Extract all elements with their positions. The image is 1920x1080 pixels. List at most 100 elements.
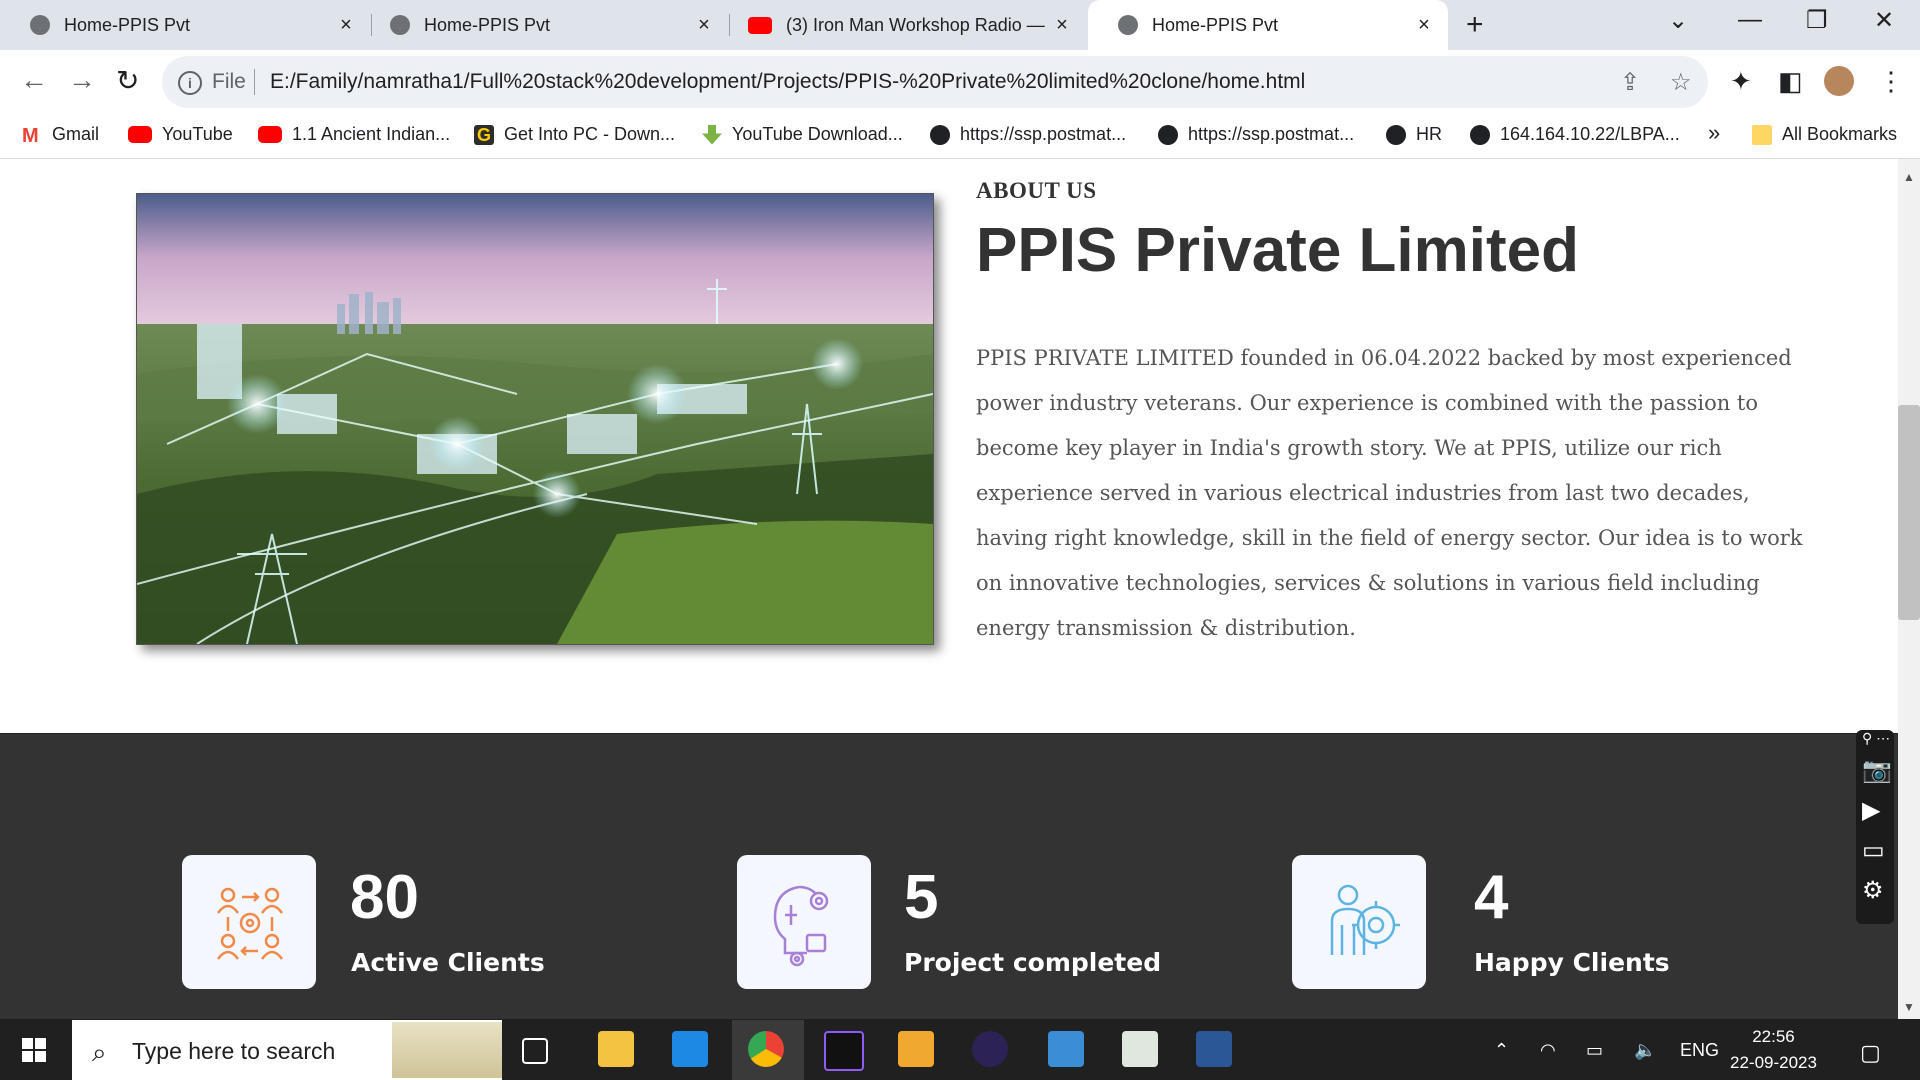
file-explorer-icon[interactable] — [598, 1031, 634, 1067]
info-icon[interactable]: i — [178, 71, 202, 95]
intellij-icon[interactable] — [824, 1031, 864, 1071]
tab-4-active[interactable]: Home-PPIS Pvt × — [1088, 0, 1448, 50]
bookmark-label: https://ssp.postmat... — [1188, 124, 1355, 144]
stat-label: Happy Clients — [1474, 948, 1670, 977]
scroll-down-icon[interactable]: ▼ — [1903, 1000, 1915, 1014]
restore-icon[interactable]: ❐ — [1806, 6, 1828, 35]
globe-icon — [390, 15, 410, 35]
youtube-icon — [128, 126, 152, 143]
tab-title: Home-PPIS Pvt — [1152, 14, 1279, 35]
git-gui-icon[interactable] — [898, 1031, 934, 1067]
tab-title: (3) Iron Man Workshop Radio — — [786, 14, 1045, 35]
camera-icon[interactable]: 📷 — [1862, 756, 1892, 785]
tab-1[interactable]: Home-PPIS Pvt × — [0, 0, 370, 50]
search-highlight-illustration — [392, 1022, 502, 1078]
settings-gear-icon[interactable]: ⚙ — [1862, 876, 1884, 905]
video-camera-icon[interactable]: ▶ — [1862, 796, 1880, 825]
close-window-icon[interactable]: ✕ — [1874, 6, 1894, 35]
stat-icon-box — [1292, 855, 1426, 989]
bookmarks-overflow-button[interactable]: » — [1708, 120, 1720, 146]
reload-icon[interactable]: ↻ — [116, 64, 139, 97]
globe-icon — [930, 124, 950, 145]
youtube-icon — [748, 16, 772, 34]
all-bookmarks-label: All Bookmarks — [1782, 124, 1898, 144]
side-panel-icon[interactable]: ◧ — [1778, 66, 1803, 97]
about-hero-image — [136, 193, 934, 645]
bookmark-label: YouTube — [162, 124, 233, 144]
stat-label: Active Clients — [351, 948, 545, 977]
bookmark-star-icon[interactable]: ☆ — [1670, 68, 1692, 97]
close-icon[interactable]: × — [692, 14, 716, 37]
notepad-icon[interactable] — [1122, 1031, 1158, 1067]
bookmark-getintopc[interactable]: G Get Into PC - Down... — [474, 124, 675, 145]
about-description: PPIS PRIVATE LIMITED founded in 06.04.20… — [976, 346, 1803, 640]
stat-label: Project completed — [904, 948, 1162, 977]
close-icon[interactable]: × — [1412, 14, 1436, 37]
stat-icon-box — [182, 855, 316, 989]
bookmark-ssp-1[interactable]: https://ssp.postmat... — [930, 124, 1126, 145]
close-icon[interactable]: × — [1050, 14, 1074, 37]
menu-icon[interactable]: ⋮ — [1878, 66, 1904, 97]
windows-start-icon[interactable] — [22, 1038, 46, 1062]
notifications-icon[interactable]: ▢ — [1860, 1040, 1881, 1066]
bookmark-label: Get Into PC - Down... — [504, 124, 676, 144]
eclipse-icon[interactable] — [972, 1031, 1008, 1067]
word-icon[interactable] — [1196, 1031, 1232, 1067]
volume-icon[interactable]: 🔈 — [1634, 1040, 1656, 1061]
clock-time: 22:56 — [1752, 1027, 1795, 1046]
tray-overflow-icon[interactable]: ⌃ — [1494, 1040, 1509, 1061]
globe-icon — [1158, 124, 1178, 145]
language-indicator[interactable]: ENG — [1680, 1040, 1719, 1061]
back-icon[interactable]: ← — [20, 64, 48, 96]
scroll-up-icon[interactable]: ▲ — [1903, 170, 1915, 184]
globe-icon — [1118, 15, 1138, 35]
scheme-label: File — [212, 70, 246, 93]
gmail-icon: M — [22, 124, 39, 147]
bookmark-ancient-indian[interactable]: 1.1 Ancient Indian... — [258, 124, 450, 145]
vscode-icon[interactable] — [672, 1031, 708, 1067]
bookmark-label: 1.1 Ancient Indian... — [292, 124, 451, 144]
close-icon[interactable]: × — [334, 14, 358, 37]
bookmark-youtube[interactable]: YouTube — [128, 124, 233, 145]
share-icon[interactable]: ⇪ — [1620, 68, 1640, 97]
url-divider — [254, 69, 255, 95]
bookmark-gmail[interactable]: M Gmail — [22, 124, 99, 147]
search-input[interactable]: Type here to search — [132, 1038, 335, 1065]
getintopc-icon: G — [474, 124, 494, 145]
all-bookmarks-button[interactable]: All Bookmarks — [1752, 124, 1897, 145]
scrollbar-thumb[interactable] — [1898, 405, 1920, 620]
tab-2[interactable]: Home-PPIS Pvt × — [360, 0, 728, 50]
avatar[interactable] — [1824, 66, 1854, 96]
wifi-icon[interactable]: ◠ — [1540, 1040, 1556, 1061]
tab-title: Home-PPIS Pvt — [64, 14, 191, 35]
task-view-icon[interactable] — [522, 1038, 548, 1064]
bookmark-label: YouTube Download... — [732, 124, 903, 144]
bookmark-label: 164.164.10.22/LBPA... — [1500, 124, 1680, 144]
bookmark-label: https://ssp.postmat... — [960, 124, 1127, 144]
forward-icon[interactable]: → — [68, 64, 96, 96]
bookmark-youtube-download[interactable]: YouTube Download... — [702, 124, 903, 145]
bookmark-lbpa[interactable]: 164.164.10.22/LBPA... — [1470, 124, 1680, 145]
capture-menu-icon[interactable]: ⚲ ⋯ — [1862, 730, 1890, 747]
tab-3[interactable]: (3) Iron Man Workshop Radio — × — [718, 0, 1086, 50]
page-title: PPIS Private Limited — [976, 216, 1579, 285]
mysql-workbench-icon[interactable] — [1048, 1031, 1084, 1067]
stat-icon-box — [737, 855, 871, 989]
extensions-icon[interactable]: ✦ — [1730, 66, 1752, 97]
bookmark-hr[interactable]: HR — [1386, 124, 1442, 145]
bookmark-ssp-2[interactable]: https://ssp.postmat... — [1158, 124, 1354, 145]
chrome-icon[interactable] — [748, 1031, 784, 1067]
system-clock[interactable]: 22:56 22-09-2023 — [1730, 1024, 1817, 1076]
folder-icon — [1752, 124, 1772, 145]
battery-icon[interactable]: ▭ — [1586, 1040, 1603, 1061]
search-icon: ⌕ — [92, 1037, 107, 1067]
window-capture-icon[interactable]: ▭ — [1862, 836, 1885, 865]
minimize-icon[interactable]: — — [1738, 6, 1762, 34]
globe-icon — [1470, 124, 1490, 145]
stat-value: 4 — [1474, 863, 1509, 932]
url-text[interactable]: E:/Family/namratha1/Full%20stack%20devel… — [270, 70, 1305, 94]
tab-title: Home-PPIS Pvt — [424, 14, 551, 35]
bookmark-label: HR — [1416, 124, 1442, 144]
new-tab-button[interactable]: + — [1466, 8, 1484, 42]
tab-search-icon[interactable]: ⌄ — [1668, 6, 1688, 35]
